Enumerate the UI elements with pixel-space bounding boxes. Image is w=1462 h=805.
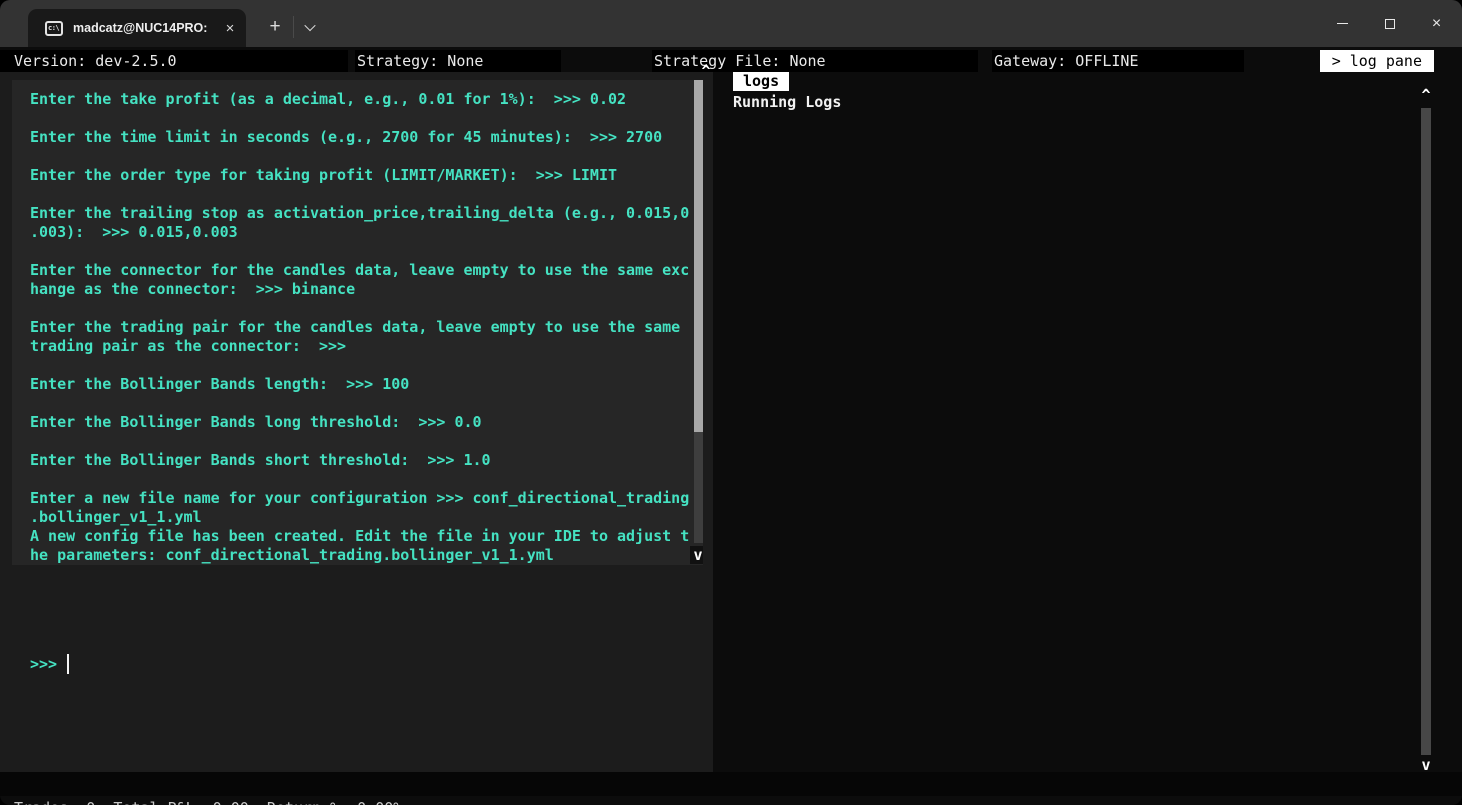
- maximize-button[interactable]: [1366, 0, 1413, 47]
- log-pane: logs Running Logs ^ v: [713, 72, 1462, 772]
- titlebar: c:\ madcatz@NUC14PRO: ~/deve × + ×: [0, 0, 1462, 47]
- output-line: [30, 299, 689, 318]
- output-line: [30, 432, 689, 451]
- minimize-button[interactable]: [1319, 0, 1366, 47]
- output-line: Enter the order type for taking profit (…: [30, 166, 689, 185]
- maximize-icon: [1385, 19, 1395, 29]
- output-line: Enter the take profit (as a decimal, e.g…: [30, 90, 689, 109]
- output-line: Enter the connector for the candles data…: [30, 261, 689, 280]
- output-line: he parameters: conf_directional_trading.…: [30, 546, 689, 565]
- output-line: [30, 242, 689, 261]
- strategy-label: Strategy: None: [355, 50, 561, 72]
- log-scrollbar-thumb[interactable]: [1421, 108, 1431, 755]
- output-pane[interactable]: Enter the take profit (as a decimal, e.g…: [12, 80, 703, 565]
- output-line: [30, 185, 689, 204]
- version-label: Version: dev-2.5.0: [0, 50, 348, 72]
- new-tab-button[interactable]: +: [262, 14, 288, 40]
- output-scroll-up-icon[interactable]: ^: [698, 62, 714, 80]
- output-line: trading pair as the connector: >>>: [30, 337, 689, 356]
- output-line: A new config file has been created. Edit…: [30, 527, 689, 546]
- close-button[interactable]: ×: [1413, 0, 1460, 47]
- output-line: .003): >>> 0.015,0.003: [30, 223, 689, 242]
- output-line: Enter the trailing stop as activation_pr…: [30, 204, 689, 223]
- gateway-status-label: Gateway: OFFLINE: [992, 50, 1244, 72]
- output-line: [30, 109, 689, 128]
- terminal-window: c:\ madcatz@NUC14PRO: ~/deve × + × Versi…: [0, 0, 1462, 805]
- output-line: Enter the Bollinger Bands long threshold…: [30, 413, 689, 432]
- output-line: Enter the trading pair for the candles d…: [30, 318, 689, 337]
- window-controls: ×: [1319, 0, 1460, 47]
- output-line: Enter the time limit in seconds (e.g., 2…: [30, 128, 689, 147]
- output-scrollbar-thumb[interactable]: [694, 80, 703, 432]
- tab-title: madcatz@NUC14PRO: ~/deve: [73, 21, 211, 35]
- minimize-icon: [1337, 23, 1348, 25]
- output-line: [30, 394, 689, 413]
- input-prompt: >>>: [30, 655, 57, 673]
- output-line: [30, 356, 689, 375]
- output-line: hange as the connector: >>> binance: [30, 280, 689, 299]
- command-input-row[interactable]: >>>: [30, 654, 69, 674]
- output-line: Enter a new file name for your configura…: [30, 489, 689, 508]
- output-line: .bollinger_v1_1.yml: [30, 508, 689, 527]
- text-cursor: [67, 654, 69, 674]
- main-pane: ^ Enter the take profit (as a decimal, e…: [0, 72, 713, 772]
- tab-dropdown-button[interactable]: [297, 14, 323, 40]
- output-line: [30, 147, 689, 166]
- output-lines: Enter the take profit (as a decimal, e.g…: [30, 90, 689, 565]
- log-pane-toggle-button[interactable]: > log pane: [1320, 50, 1434, 72]
- bottom-statusbar: Trades: 0, Total P&L: 0.00, Return %: 0.…: [0, 772, 1462, 796]
- terminal-tab[interactable]: c:\ madcatz@NUC14PRO: ~/deve ×: [28, 9, 246, 47]
- logs-tab[interactable]: logs: [733, 72, 789, 91]
- output-line: Enter the Bollinger Bands length: >>> 10…: [30, 375, 689, 394]
- close-icon: ×: [1432, 15, 1441, 33]
- output-scrollbar[interactable]: [694, 80, 703, 543]
- trades-pnl-status: Trades: 0, Total P&L: 0.00, Return %: 0.…: [14, 796, 402, 805]
- log-scroll-up-icon[interactable]: ^: [1418, 86, 1434, 104]
- running-logs-title: Running Logs: [733, 93, 841, 111]
- tab-close-icon[interactable]: ×: [221, 19, 239, 37]
- tabbar-divider: [293, 16, 294, 38]
- output-line: Enter the Bollinger Bands short threshol…: [30, 451, 689, 470]
- output-scroll-down-icon[interactable]: v: [690, 546, 703, 564]
- output-line: [30, 470, 689, 489]
- chevron-down-icon: [304, 20, 315, 31]
- command-prompt-icon: c:\: [45, 21, 63, 36]
